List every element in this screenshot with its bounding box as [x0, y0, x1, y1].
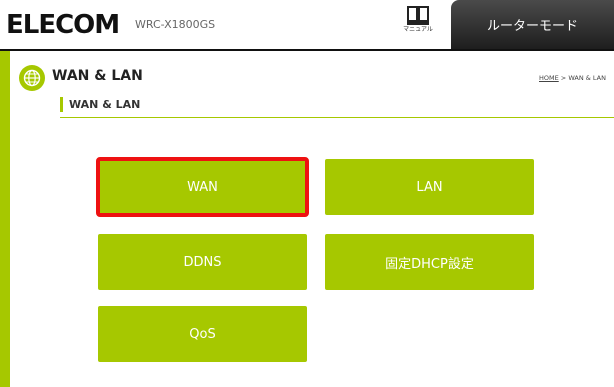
- breadcrumb-home-link[interactable]: HOME: [539, 74, 559, 82]
- section-divider: [60, 117, 614, 118]
- breadcrumb-current: WAN & LAN: [568, 74, 606, 82]
- globe-icon: [19, 65, 45, 91]
- breadcrumb-separator: >: [558, 74, 569, 82]
- wan-button[interactable]: WAN: [96, 157, 309, 217]
- manual-label: マニュアル: [403, 26, 433, 33]
- page-title: WAN & LAN: [52, 68, 143, 84]
- elecom-logo[interactable]: ELECOM: [6, 11, 120, 39]
- top-header: ELECOM WRC-X1800GS マニュアル ルーターモード: [0, 0, 614, 50]
- ddns-button[interactable]: DDNS: [98, 234, 307, 290]
- static-dhcp-button[interactable]: 固定DHCP設定: [325, 234, 534, 290]
- model-name: WRC-X1800GS: [135, 18, 216, 31]
- section-title: WAN & LAN: [60, 97, 140, 112]
- ddns-button-label: DDNS: [183, 254, 222, 270]
- qos-button-label: QoS: [189, 326, 216, 342]
- left-accent-bar: [0, 51, 10, 387]
- manual-button[interactable]: マニュアル: [398, 6, 438, 46]
- header-divider: [0, 49, 614, 51]
- book-icon: [407, 6, 429, 25]
- lan-button[interactable]: LAN: [325, 159, 534, 215]
- router-mode-tab[interactable]: ルーターモード: [451, 0, 614, 49]
- breadcrumb: HOME > WAN & LAN: [539, 74, 606, 82]
- wan-button-label: WAN: [187, 179, 218, 195]
- router-mode-label: ルーターモード: [486, 19, 578, 34]
- qos-button[interactable]: QoS: [98, 306, 307, 362]
- static-dhcp-button-label: 固定DHCP設定: [385, 256, 474, 272]
- lan-button-label: LAN: [416, 179, 443, 195]
